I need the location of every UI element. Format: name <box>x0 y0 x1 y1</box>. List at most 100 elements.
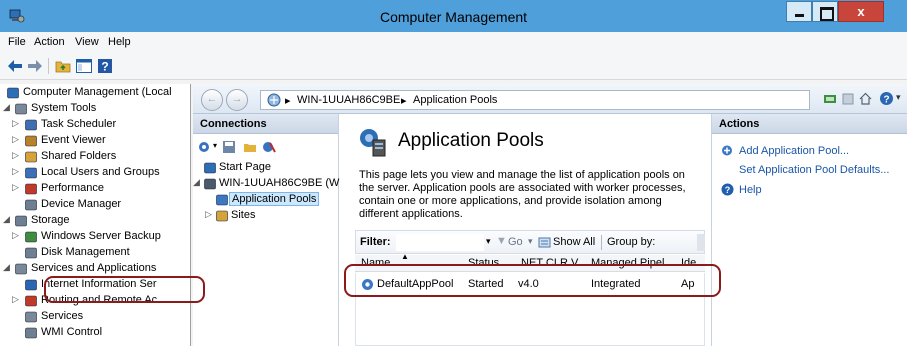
iis-icon <box>24 278 38 292</box>
forward-button[interactable]: → <box>226 89 248 111</box>
page-description: This page lets you view and manage the l… <box>359 169 686 220</box>
start-page-icon <box>203 161 217 175</box>
go-dropdown-icon[interactable]: ▾ <box>528 236 533 247</box>
expand-arrow-icon[interactable]: ▷ <box>12 182 21 193</box>
minimize-button[interactable] <box>786 1 812 22</box>
tree-item[interactable]: ▷ Local Users and Groups <box>0 165 190 181</box>
tree-item[interactable]: ▷ Task Scheduler <box>0 117 190 133</box>
folder-icon[interactable] <box>243 140 257 154</box>
stop-icon[interactable] <box>841 92 855 106</box>
tree-item[interactable]: ◢ Storage <box>0 213 190 229</box>
tree-item[interactable]: ◢ System Tools <box>0 101 190 117</box>
filter-dropdown-icon[interactable]: ▾ <box>486 236 491 247</box>
expand-arrow-icon[interactable]: ▷ <box>12 118 21 129</box>
help-icon: ? <box>721 183 734 196</box>
forward-arrow-icon[interactable] <box>26 57 44 75</box>
highlight-iis-oval <box>44 276 205 303</box>
performance-icon <box>24 182 38 196</box>
up-folder-icon[interactable] <box>54 57 72 75</box>
task-scheduler-icon <box>24 118 38 132</box>
users-icon <box>24 166 38 180</box>
connection-item[interactable]: ◢ WIN-1UUAH86C9BE (W <box>193 176 339 192</box>
tree-item-label: Event Viewer <box>41 134 106 146</box>
title-bar[interactable]: Computer Management x <box>0 0 907 32</box>
help-dropdown-icon[interactable]: ▾ <box>896 92 901 103</box>
connection-item[interactable]: Start Page <box>193 160 339 176</box>
tree-item[interactable]: ▷ Windows Server Backup <box>0 229 190 245</box>
svg-text:?: ? <box>725 185 731 195</box>
connections-header: Connections <box>193 114 338 134</box>
tree-item-label: System Tools <box>31 102 97 114</box>
tree-item[interactable]: ▷ Performance <box>0 181 190 197</box>
help-icon[interactable]: ? <box>879 91 894 106</box>
breadcrumb[interactable]: ▸ WIN-1UUAH86C9BE ▸ Application Pools <box>260 90 810 110</box>
system-tools-icon <box>14 102 28 116</box>
scroll-handle[interactable] <box>697 234 705 251</box>
tree-item[interactable]: ▷ Shared Folders <box>0 149 190 165</box>
tree-item[interactable]: Services <box>0 309 190 325</box>
network-icon[interactable] <box>823 92 837 106</box>
save-icon[interactable] <box>222 140 236 154</box>
backup-icon <box>24 230 38 244</box>
disconnect-icon[interactable] <box>262 140 276 154</box>
breadcrumb-server[interactable]: WIN-1UUAH86C9BE <box>297 94 400 106</box>
collapse-arrow-icon[interactable]: ◢ <box>3 262 12 273</box>
filter-input[interactable] <box>396 234 484 251</box>
tree-item-label: Storage <box>31 214 70 226</box>
expand-arrow-icon[interactable]: ▷ <box>205 209 214 220</box>
connection-item[interactable]: Application Pools <box>193 192 339 208</box>
connection-item-label: WIN-1UUAH86C9BE (W <box>219 177 340 189</box>
show-all-button[interactable]: Show All <box>553 236 595 248</box>
breadcrumb-page[interactable]: Application Pools <box>413 94 497 106</box>
collapse-arrow-icon[interactable]: ◢ <box>193 177 202 188</box>
menu-view[interactable]: View <box>75 36 99 48</box>
computer-management-window: Computer Management x File Action View H… <box>0 0 907 346</box>
go-funnel-icon: ▼ <box>496 235 507 247</box>
application-pools-icon <box>360 129 386 157</box>
tree-item[interactable]: WMI Control <box>0 325 190 341</box>
tree-item[interactable]: Computer Management (Local <box>0 85 190 101</box>
tree-item[interactable]: ◢ Services and Applications <box>0 261 190 277</box>
add-application-pool-link[interactable]: Add Application Pool... <box>739 145 849 157</box>
back-arrow-icon[interactable] <box>6 57 24 75</box>
server-icon <box>203 177 217 191</box>
collapse-arrow-icon[interactable]: ◢ <box>3 214 12 225</box>
tree-item-label: Task Scheduler <box>41 118 117 130</box>
connection-item-label: Start Page <box>219 161 271 173</box>
expand-arrow-icon[interactable]: ▷ <box>12 230 21 241</box>
tree-item-label: WMI Control <box>41 326 103 338</box>
tree-item-label: Device Manager <box>41 198 122 210</box>
connect-icon[interactable] <box>198 140 212 154</box>
tree-item-label: Windows Server Backup <box>41 230 161 242</box>
expand-arrow-icon[interactable]: ▷ <box>12 150 21 161</box>
set-app-pool-defaults-link[interactable]: Set Application Pool Defaults... <box>739 164 889 176</box>
tree-item[interactable]: Disk Management <box>0 245 190 261</box>
console-tree[interactable]: Computer Management (Local ◢ System Tools ▷… <box>0 84 191 346</box>
tree-item-label: Services and Applications <box>31 262 157 274</box>
menu-action[interactable]: Action <box>34 36 65 48</box>
maximize-button[interactable] <box>812 1 838 22</box>
connect-dropdown-icon[interactable]: ▾ <box>213 141 217 150</box>
go-button[interactable]: Go <box>508 236 523 248</box>
expand-arrow-icon[interactable]: ▷ <box>12 294 21 305</box>
tree-item[interactable]: Device Manager <box>0 197 190 213</box>
help-link[interactable]: Help <box>739 184 762 196</box>
tree-item-label: Disk Management <box>41 246 130 258</box>
tree-item[interactable]: ▷ Event Viewer <box>0 133 190 149</box>
expand-arrow-icon[interactable]: ▷ <box>12 134 21 145</box>
show-hide-console-tree-icon[interactable] <box>75 57 93 75</box>
help-icon[interactable]: ? <box>96 57 114 75</box>
back-button[interactable]: ← <box>201 89 223 111</box>
menu-help[interactable]: Help <box>108 36 131 48</box>
menu-file[interactable]: File <box>8 36 26 48</box>
connection-item[interactable]: ▷ Sites <box>193 208 339 224</box>
services-icon <box>24 310 38 324</box>
tree-item-label: Computer Management (Local <box>23 86 172 98</box>
expand-arrow-icon[interactable]: ▷ <box>12 166 21 177</box>
collapse-arrow-icon[interactable]: ◢ <box>3 102 12 113</box>
group-by-label[interactable]: Group by: <box>607 236 655 248</box>
close-button[interactable]: x <box>838 1 884 22</box>
home-icon[interactable] <box>858 91 873 106</box>
toolbar: ? <box>0 53 907 80</box>
connection-item-label: Application Pools <box>229 192 320 206</box>
